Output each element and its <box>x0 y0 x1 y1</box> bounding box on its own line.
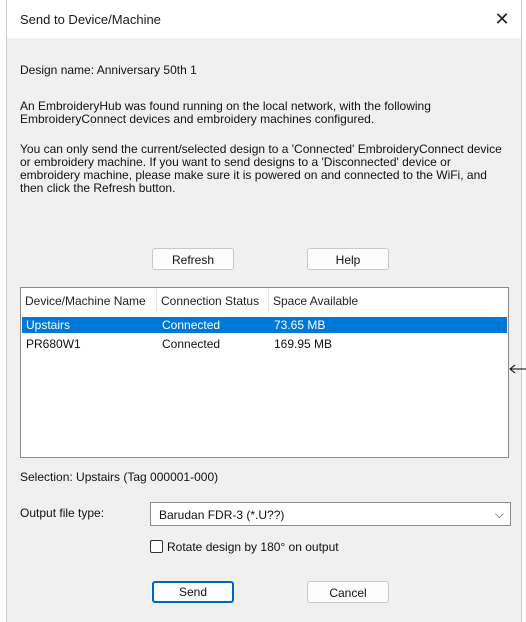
table-row[interactable]: Upstairs Connected 73.65 MB <box>22 317 507 333</box>
info-line-2: EmbroideryConnect devices and embroidery… <box>20 112 375 126</box>
column-header-status[interactable]: Connection Status <box>157 288 269 314</box>
rotate-checkbox[interactable] <box>150 540 163 553</box>
design-name: Design name: Anniversary 50th 1 <box>20 63 197 77</box>
column-header-space[interactable]: Space Available <box>269 288 389 314</box>
device-name: Upstairs <box>26 318 71 332</box>
dialog-title: Send to Device/Machine <box>20 12 161 27</box>
info-line-6: then click the Refresh button. <box>20 181 176 195</box>
list-header: Device/Machine Name Connection Status Sp… <box>21 288 508 314</box>
device-status: Connected <box>162 318 221 332</box>
device-space: 169.95 MB <box>274 337 333 351</box>
column-header-name[interactable]: Device/Machine Name <box>21 288 157 314</box>
selection-text: Selection: Upstairs (Tag 000001-000) <box>20 470 219 484</box>
send-to-device-dialog: Send to Device/Machine ✕ Design name: An… <box>6 0 522 622</box>
rotate-label[interactable]: Rotate design by 180° on output <box>167 540 339 554</box>
pointer-arrow-icon <box>509 364 526 374</box>
output-file-type-select[interactable]: Barudan FDR-3 (*.U??) ⌵ <box>150 502 511 526</box>
help-button[interactable]: Help <box>307 248 389 270</box>
send-button[interactable]: Send <box>152 581 234 603</box>
device-list[interactable]: Device/Machine Name Connection Status Sp… <box>20 287 509 458</box>
refresh-button[interactable]: Refresh <box>152 248 234 270</box>
output-file-type-value: Barudan FDR-3 (*.U??) <box>159 508 285 522</box>
table-row[interactable]: PR680W1 Connected 169.95 MB <box>22 336 507 352</box>
cancel-button[interactable]: Cancel <box>307 581 389 603</box>
device-name: PR680W1 <box>26 337 81 351</box>
title-bar: Send to Device/Machine ✕ <box>7 0 521 38</box>
chevron-down-icon[interactable]: ⌵ <box>495 507 504 522</box>
close-icon[interactable]: ✕ <box>489 6 515 32</box>
device-space: 73.65 MB <box>274 318 326 332</box>
device-status: Connected <box>162 337 221 351</box>
output-file-type-label: Output file type: <box>20 506 105 520</box>
